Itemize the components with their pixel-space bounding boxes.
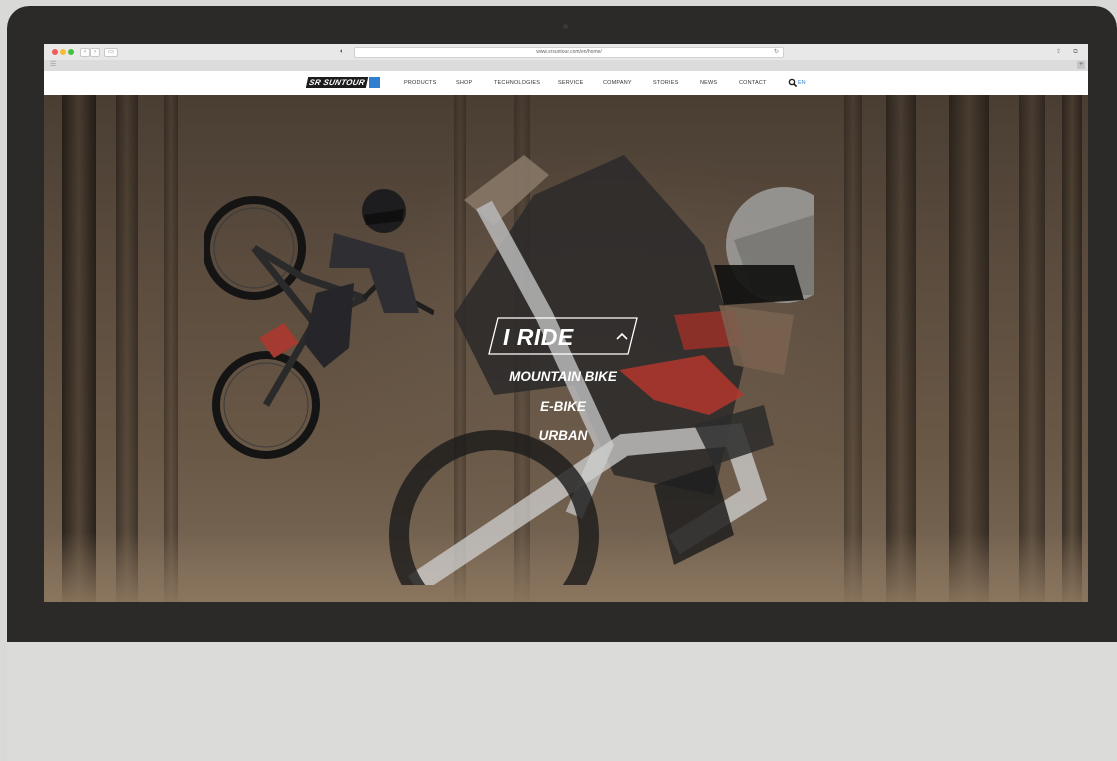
tree-trunk [116, 95, 138, 602]
tree-trunk [164, 95, 178, 602]
tabs-icon: ⧉ [1073, 49, 1078, 55]
nav-company[interactable]: COMPANY [603, 80, 632, 87]
close-window-button[interactable] [52, 49, 58, 55]
tree-trunk [1019, 95, 1045, 602]
address-bar-url: www.srsuntour.com/en/home/ [536, 49, 602, 55]
tree-trunk [949, 95, 989, 602]
nav-technologies[interactable]: TECHNOLOGIES [494, 80, 540, 87]
option-mountain-bike[interactable]: MOUNTAIN BIKE [488, 369, 638, 385]
browser-toolbar: ‹ › ▭ ◐ www.srsuntour.com/en/home/ ↻ ⇪ ⧉ [44, 44, 1088, 61]
camera-dot [563, 24, 568, 29]
forward-button[interactable]: › [90, 48, 100, 57]
tree-trunk [1062, 95, 1082, 602]
share-button[interactable]: ⇪ [1054, 48, 1063, 56]
chevron-up-icon[interactable] [615, 331, 629, 341]
nav-products[interactable]: PRODUCTS [404, 80, 436, 87]
monitor-frame: ‹ › ▭ ◐ www.srsuntour.com/en/home/ ↻ ⇪ ⧉… [7, 6, 1117, 761]
sidebar-toggle-button[interactable]: ▭ [104, 48, 118, 57]
sidebar-icon: ▭ [108, 49, 114, 55]
chevron-right-icon: › [94, 49, 96, 55]
site-header: SR SUNTOUR PRODUCTS SHOP TECHNOLOGIES SE… [44, 71, 1088, 95]
reload-icon[interactable]: ↻ [774, 48, 779, 57]
nav-contact[interactable]: CONTACT [739, 80, 767, 87]
new-tab-button[interactable]: + [1077, 61, 1085, 69]
chevron-left-icon: ‹ [84, 49, 86, 55]
screen: ‹ › ▭ ◐ www.srsuntour.com/en/home/ ↻ ⇪ ⧉… [44, 44, 1088, 602]
nav-service[interactable]: SERVICE [558, 80, 583, 87]
tree-trunk [886, 95, 916, 602]
i-ride-dropdown-label[interactable]: I RIDE [503, 324, 574, 350]
language-selector[interactable]: EN [798, 80, 806, 87]
address-bar[interactable]: www.srsuntour.com/en/home/ ↻ [354, 47, 784, 58]
site-logo-text: SR SUNTOUR [308, 78, 366, 87]
share-icon: ⇪ [1055, 49, 1062, 55]
tabs-overview-button[interactable]: ⧉ [1071, 48, 1080, 56]
option-urban[interactable]: URBAN [488, 428, 638, 444]
tree-trunk [62, 95, 96, 602]
nav-stories[interactable]: STORIES [653, 80, 678, 87]
nav-news[interactable]: NEWS [700, 80, 717, 87]
maximize-window-button[interactable] [68, 49, 74, 55]
option-e-bike[interactable]: E-BIKE [488, 399, 638, 415]
reading-list-icon[interactable]: ☰ [50, 61, 56, 69]
minimize-window-button[interactable] [60, 49, 66, 55]
site-logo[interactable]: SR SUNTOUR [305, 77, 369, 88]
logo-blue-square [369, 77, 380, 88]
back-button[interactable]: ‹ [80, 48, 90, 57]
privacy-shield-icon[interactable]: ◐ [338, 48, 346, 56]
nav-shop[interactable]: SHOP [456, 80, 472, 87]
tree-trunk [844, 95, 862, 602]
search-icon[interactable] [788, 78, 798, 88]
hero-image: I RIDE MOUNTAIN BIKE E-BIKE URBAN [44, 95, 1088, 602]
monitor-chin [7, 642, 1117, 761]
monitor-bezel: ‹ › ▭ ◐ www.srsuntour.com/en/home/ ↻ ⇪ ⧉… [7, 6, 1117, 642]
